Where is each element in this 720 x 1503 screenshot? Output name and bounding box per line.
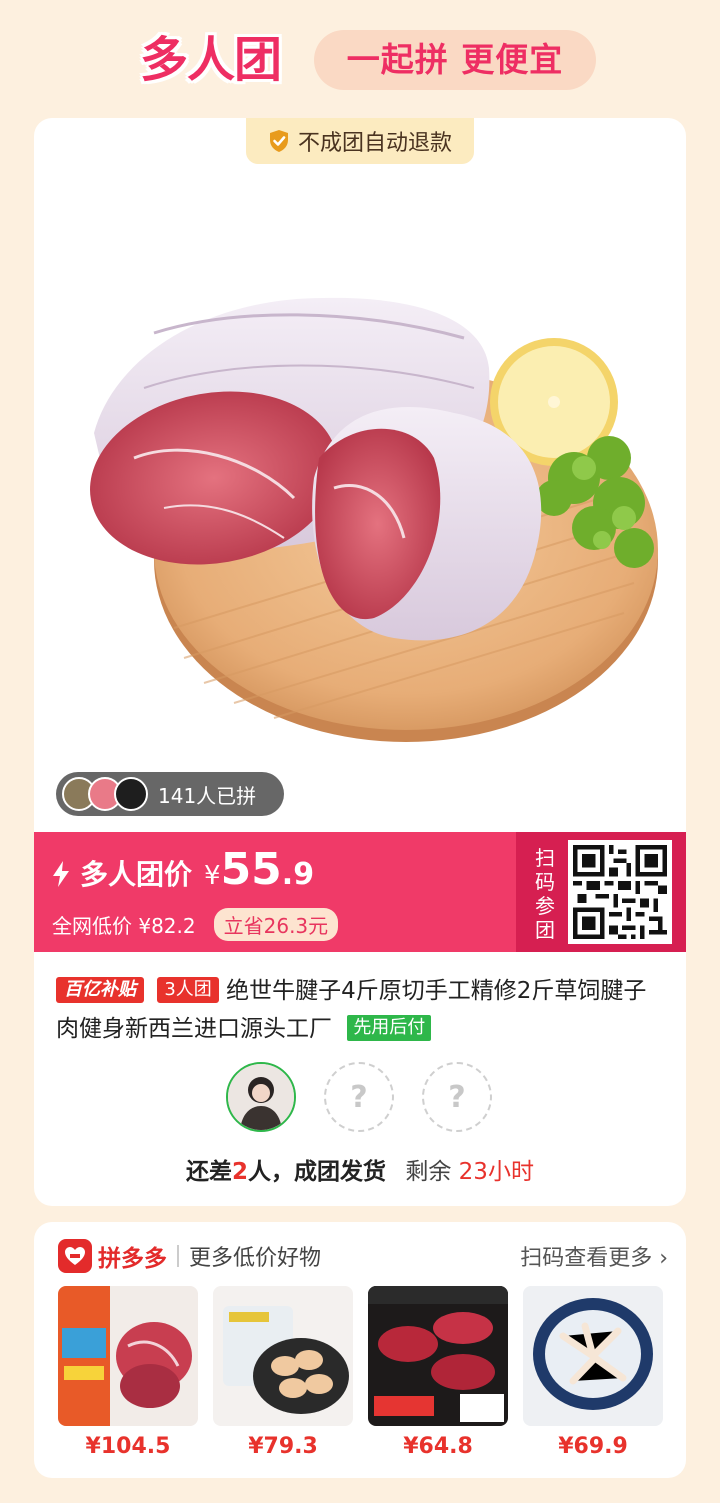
remain-label: 剩余 — [405, 1159, 452, 1185]
beef-shank-thumb — [58, 1286, 198, 1426]
group-slots: ? ? — [226, 1062, 494, 1134]
scan-char: 扫 — [535, 846, 555, 870]
scan-to-join[interactable]: 扫 码 参 团 — [516, 832, 686, 952]
group-size-tag: 3人团 — [157, 977, 219, 1003]
chicken-feet-thumb — [523, 1286, 663, 1426]
more-goods-subtitle: 更多低价好物 — [189, 1246, 322, 1271]
price-info: 多人团价 ¥ 55 .9 全网低价 ¥82.2 立省26.3元 — [52, 844, 512, 944]
page-header: 多人团 一起拼 更便宜 — [0, 0, 720, 120]
subsidy-tag: 百亿补贴 — [56, 977, 144, 1003]
group-leader-avatar — [226, 1062, 296, 1132]
price-banner: 多人团价 ¥ 55 .9 全网低价 ¥82.2 立省26.3元 扫 码 参 团 — [34, 832, 686, 952]
pinduoduo-logo-icon — [58, 1239, 92, 1273]
scan-char: 码 — [535, 870, 555, 894]
goods-row: ¥104.5 ¥79.3 ¥64.8 ¥69.9 — [58, 1286, 664, 1466]
brand-title: 多人团 — [139, 32, 282, 88]
joined-count-pill: 141人已拼 — [56, 772, 284, 816]
goods-price: ¥79.3 — [248, 1434, 318, 1459]
goods-price: ¥69.9 — [558, 1434, 628, 1459]
save-amount-badge: 立省26.3元 — [213, 908, 339, 941]
slogan-pill: 一起拼 更便宜 — [314, 30, 596, 90]
product-title[interactable]: 百亿补贴 3人团 绝世牛腱子4斤原切手工精修2斤草饲腱子肉健身新西兰进口源头工厂… — [56, 972, 668, 1048]
goods-item[interactable]: ¥79.3 — [213, 1286, 353, 1459]
scan-char: 团 — [535, 918, 555, 942]
price-decimal: .9 — [281, 857, 315, 892]
lightning-icon — [53, 861, 69, 887]
empty-slot[interactable]: ? — [422, 1062, 492, 1132]
steak-box-thumb — [368, 1286, 508, 1426]
goods-item[interactable]: ¥104.5 — [58, 1286, 198, 1459]
remain-time: 23小时 — [458, 1159, 534, 1185]
product-image[interactable] — [34, 158, 686, 778]
pay-later-tag: 先用后付 — [347, 1015, 432, 1041]
qr-code[interactable] — [568, 840, 672, 944]
joiner-avatar — [114, 777, 148, 811]
qr-code-icon — [573, 845, 667, 939]
joined-count: 141人已拼 — [158, 783, 257, 808]
more-goods-header: 拼多多 更多低价好物 扫码查看更多 › — [58, 1238, 668, 1274]
scan-to-join-label: 扫 码 参 团 — [532, 846, 558, 942]
goods-price: ¥64.8 — [403, 1434, 473, 1459]
more-goods-card: 拼多多 更多低价好物 扫码查看更多 › ¥104.5 ¥79.3 ¥64.8 ¥… — [34, 1222, 686, 1478]
status-prefix: 还差 — [186, 1159, 233, 1185]
goods-item[interactable]: ¥64.8 — [368, 1286, 508, 1459]
divider — [177, 1245, 179, 1267]
pinduoduo-brand: 拼多多 — [98, 1246, 167, 1272]
chicken-wings-thumb — [213, 1286, 353, 1426]
goods-price: ¥104.5 — [85, 1434, 171, 1459]
scan-char: 参 — [535, 894, 555, 918]
user-avatar-icon — [228, 1064, 294, 1130]
empty-slot[interactable]: ? — [324, 1062, 394, 1132]
original-price: 全网低价 ¥82.2 — [52, 914, 196, 938]
price-label: 多人团价 — [80, 858, 193, 891]
status-count: 2 — [232, 1159, 249, 1185]
group-status: 还差2人，成团发货 剩余 23小时 — [34, 1152, 686, 1186]
status-suffix: 人，成团发货 — [248, 1159, 387, 1185]
refund-tag-label: 不成团自动退款 — [297, 131, 452, 156]
scan-more-link[interactable]: 扫码查看更多 › — [520, 1240, 668, 1272]
price-currency: ¥ — [204, 861, 221, 891]
price-integer: 55 — [220, 844, 282, 895]
product-card: 不成团自动退款 141人已拼 多人团价 ¥ 55 .9 全网低价 ¥82.2 立… — [34, 118, 686, 1206]
goods-item[interactable]: ¥69.9 — [523, 1286, 663, 1459]
shield-check-icon — [269, 130, 288, 152]
